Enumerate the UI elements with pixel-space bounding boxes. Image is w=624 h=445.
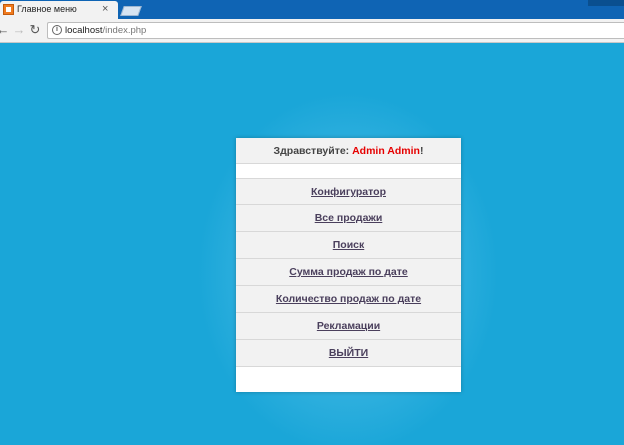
new-tab-button[interactable] (120, 6, 142, 16)
address-bar[interactable]: i localhost/index.php (47, 22, 624, 39)
url-path: /index.php (102, 25, 147, 36)
page-background: Здравствуйте: Admin Admin! Конфигуратор … (0, 43, 624, 445)
user-name: Admin Admin (352, 145, 420, 157)
menu-link-search[interactable]: Поиск (236, 232, 461, 259)
url-text: localhost/index.php (65, 25, 146, 36)
menu-link-complaints[interactable]: Рекламации (236, 313, 461, 340)
menu-link-configurator[interactable]: Конфигуратор (236, 178, 461, 205)
back-arrow-icon[interactable]: ← (0, 22, 11, 38)
browser-tab-bar: Главное меню × (0, 0, 624, 19)
info-icon[interactable]: i (52, 25, 62, 35)
greeting: Здравствуйте: Admin Admin! (236, 138, 461, 164)
forward-arrow-icon[interactable]: → (11, 22, 27, 38)
browser-tab[interactable]: Главное меню × (0, 1, 118, 19)
main-menu-panel: Здравствуйте: Admin Admin! Конфигуратор … (236, 138, 461, 392)
browser-toolbar: ← → ↻ i localhost/index.php (0, 19, 624, 43)
window-controls[interactable] (588, 0, 624, 6)
url-host: localhost (65, 25, 103, 36)
main-menu: Конфигуратор Все продажи Поиск Сумма про… (236, 178, 461, 367)
reload-icon[interactable]: ↻ (27, 22, 43, 38)
greeting-suffix: ! (419, 145, 424, 157)
menu-link-logout[interactable]: ВЫЙТИ (236, 340, 461, 367)
tab-title: Главное меню (17, 4, 77, 14)
greeting-prefix: Здравствуйте: (273, 145, 353, 157)
menu-link-sales-count-by-date[interactable]: Количество продаж по дате (236, 286, 461, 313)
close-tab-icon[interactable]: × (102, 3, 108, 15)
menu-link-sales-sum-by-date[interactable]: Сумма продаж по дате (236, 259, 461, 286)
menu-link-all-sales[interactable]: Все продажи (236, 205, 461, 232)
favicon-icon (3, 4, 14, 15)
